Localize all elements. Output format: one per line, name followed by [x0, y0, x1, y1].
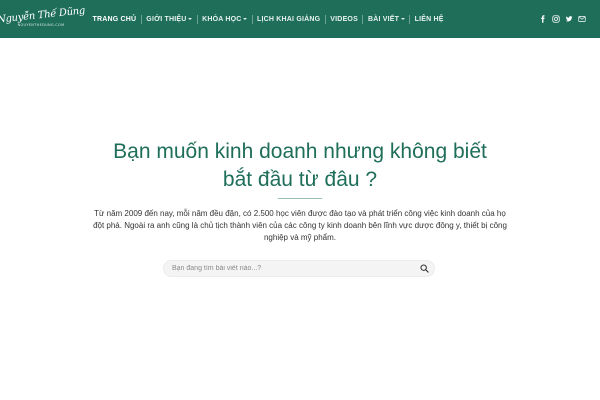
nav-item-label: LỊCH KHAI GIẢNG	[257, 15, 321, 23]
search-button[interactable]	[414, 261, 434, 276]
nav-item-khoa-hoc[interactable]: KHÓA HỌC	[198, 16, 252, 23]
nav-item-trang-chu[interactable]: TRANG CHỦ	[88, 16, 141, 23]
chevron-down-icon	[400, 18, 405, 20]
hero-description: Từ năm 2009 đến nay, mỗi năm đều đặn, có…	[93, 209, 507, 242]
main-nav: TRANG CHỦ GIỚI THIỆU KHÓA HỌC LỊCH KHAI …	[88, 0, 448, 38]
nav-item-lien-he[interactable]: LIÊN HỆ	[410, 16, 448, 23]
email-icon[interactable]	[578, 15, 586, 23]
chevron-down-icon	[243, 18, 248, 20]
nav-item-label: GIỚI THIỆU	[146, 15, 187, 23]
nav-item-label: KHÓA HỌC	[202, 15, 242, 23]
nav-item-bai-viet[interactable]: BÀI VIẾT	[363, 16, 409, 23]
hero-title: Bạn muốn kinh doanh nhưng không biết bắt…	[60, 138, 540, 194]
facebook-icon[interactable]	[539, 15, 547, 23]
nav-item-label: VIDEOS	[330, 15, 358, 23]
hero-title-line-1: Bạn muốn kinh doanh nhưng không biết	[113, 140, 487, 163]
search-bar	[163, 260, 435, 277]
search-input[interactable]	[164, 261, 414, 276]
nav-item-label: TRANG CHỦ	[92, 15, 137, 23]
nav-item-label: BÀI VIẾT	[367, 15, 400, 23]
social-links	[539, 0, 586, 38]
title-divider	[278, 198, 322, 199]
chevron-down-icon	[188, 18, 193, 20]
nav-item-lich-khai-giang[interactable]: LỊCH KHAI GIẢNG	[253, 16, 325, 23]
nav-item-videos[interactable]: VIDEOS	[326, 16, 363, 23]
search-icon	[419, 264, 429, 273]
site-logo[interactable]: Nguyễn Thế Dũng NGUYENTHEDUNG.COM	[0, 5, 85, 33]
nav-item-label: LIÊN HỆ	[414, 15, 444, 23]
twitter-icon[interactable]	[565, 15, 573, 23]
site-header: Nguyễn Thế Dũng NGUYENTHEDUNG.COM TRANG …	[0, 0, 600, 38]
hero-title-line-2: bắt đầu từ đâu ?	[222, 168, 378, 191]
instagram-icon[interactable]	[552, 15, 560, 23]
nav-item-gioi-thieu[interactable]: GIỚI THIỆU	[142, 16, 197, 23]
hero-section: Bạn muốn kinh doanh nhưng không biết bắt…	[0, 38, 600, 400]
